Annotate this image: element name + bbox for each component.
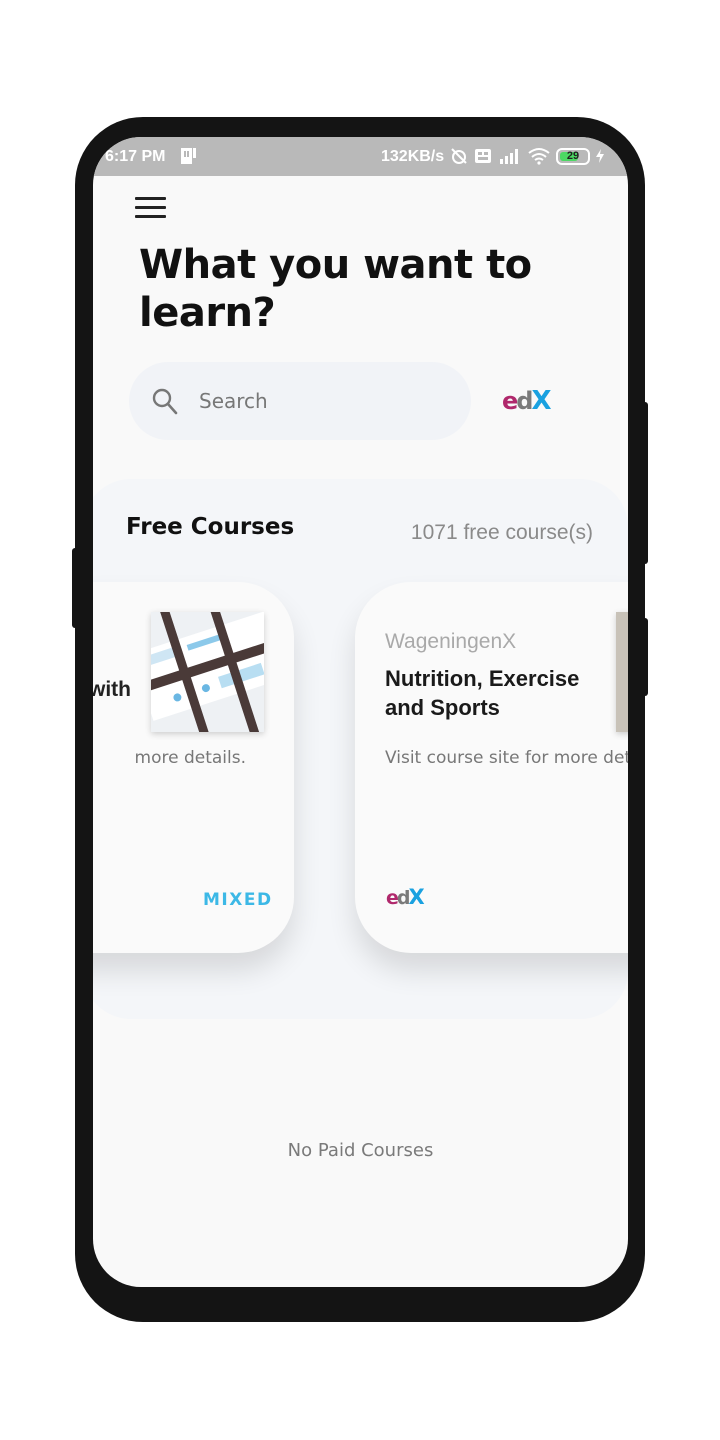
- status-bar: 6:17 PM 132KB/s 29: [93, 137, 628, 176]
- search-icon: [152, 388, 178, 415]
- course-type-badge: MIXED: [203, 890, 273, 910]
- battery-icon: 29: [556, 147, 590, 165]
- network-speed: 132KB/s: [381, 148, 445, 165]
- sim-card-icon: [181, 148, 196, 164]
- status-time: 6:17 PM: [105, 148, 166, 165]
- phone-side-button: [642, 618, 648, 696]
- course-organization: WageningenX: [385, 630, 517, 653]
- course-card[interactable]: WageningenX Nutrition, Exercise and Spor…: [355, 582, 628, 953]
- status-icons: 29: [450, 146, 604, 166]
- search-bar[interactable]: [129, 362, 471, 440]
- alarm-off-icon: [451, 148, 467, 164]
- edx-logo: edX: [386, 885, 425, 909]
- course-thumbnail-image: [151, 612, 264, 732]
- wifi-icon: [528, 148, 550, 165]
- free-courses-count: 1071 free course(s): [410, 521, 593, 544]
- signal-icon: [500, 149, 518, 164]
- hamburger-menu-icon[interactable]: [135, 197, 166, 219]
- course-thumbnail: [151, 612, 264, 732]
- course-card[interactable]: with more details. MIXED: [93, 582, 294, 953]
- free-courses-title: Free Courses: [126, 514, 295, 540]
- battery-level: 29: [566, 150, 580, 162]
- volte-icon: [475, 149, 491, 163]
- course-title: Nutrition, Exercise and Sports: [385, 666, 580, 720]
- phone-side-button: [72, 548, 78, 628]
- no-paid-courses-message: No Paid Courses: [287, 1140, 434, 1161]
- course-description: Visit course site for more details.: [385, 748, 628, 768]
- course-description: more details.: [134, 748, 246, 768]
- app-screen: 6:17 PM 132KB/s 29 What you want to lear…: [93, 137, 628, 1287]
- course-title: with: [93, 678, 131, 701]
- phone-side-button: [642, 402, 648, 564]
- course-thumbnail: [616, 612, 628, 732]
- page-title: What you want to learn?: [139, 242, 532, 336]
- search-input[interactable]: [199, 382, 449, 420]
- edx-logo[interactable]: edX: [502, 387, 552, 415]
- charging-icon: [596, 149, 604, 163]
